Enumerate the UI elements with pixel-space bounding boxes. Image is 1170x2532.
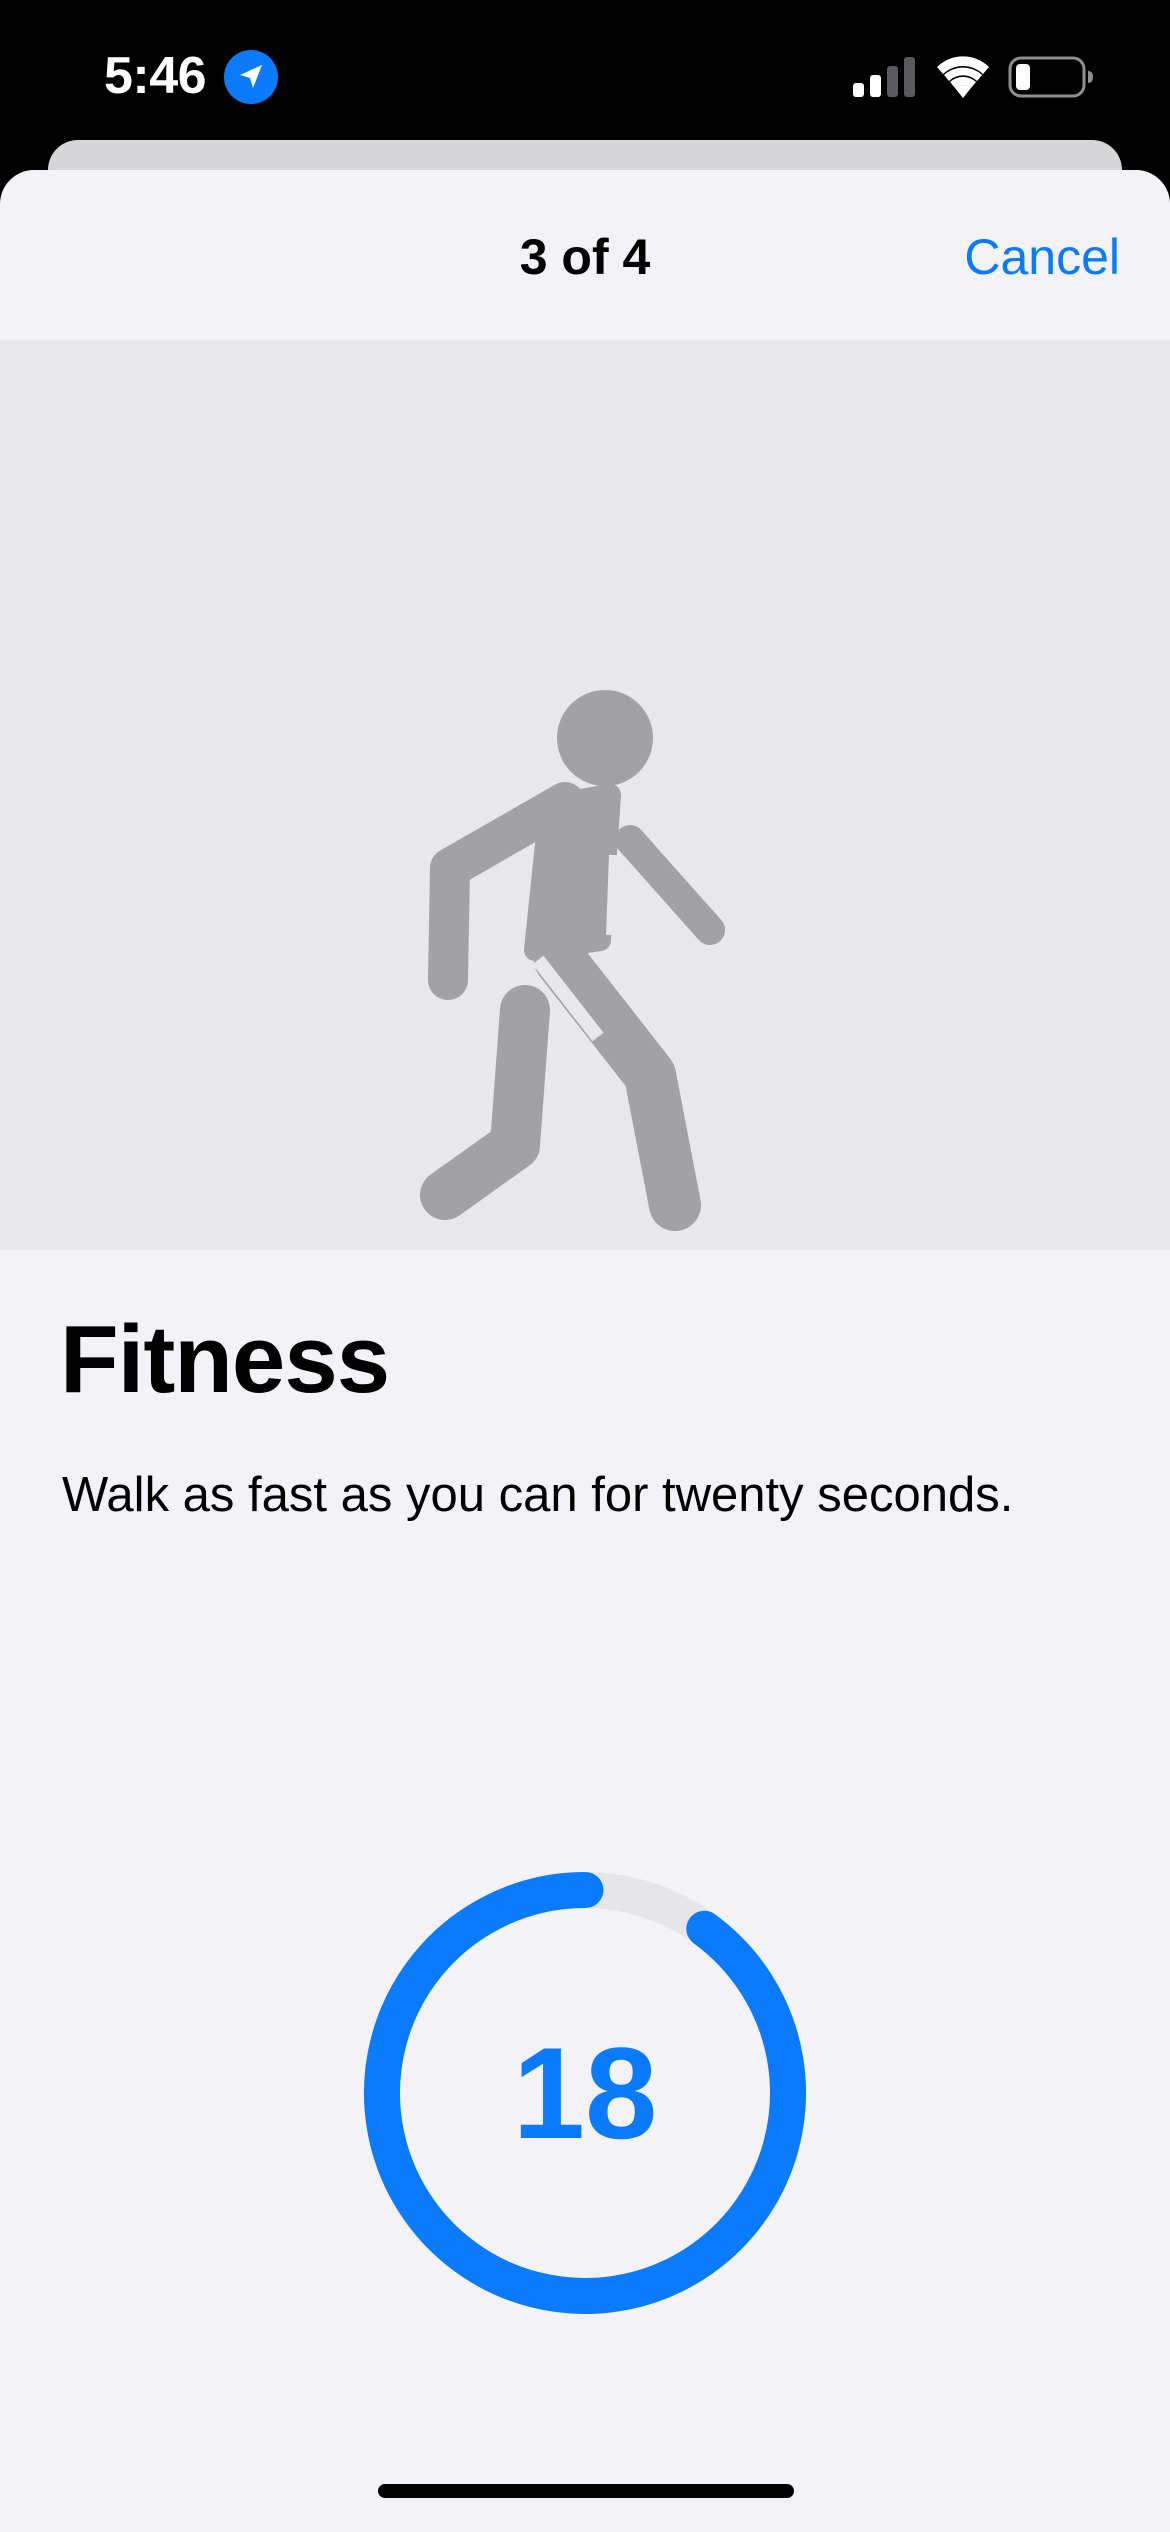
home-indicator [378, 2484, 794, 2498]
status-time: 5:46 [104, 47, 207, 105]
hero-illustration [0, 340, 1170, 1250]
instruction-text: Walk as fast as you can for twenty secon… [62, 1468, 1014, 1522]
wifi-icon [937, 56, 989, 98]
cancel-button[interactable]: Cancel [964, 222, 1120, 292]
status-bar: 5:46 [0, 0, 1170, 150]
figure-walk-icon [420, 690, 725, 1231]
nav-bar: 3 of 4 Cancel [0, 170, 1170, 340]
cellular-signal-icon [853, 57, 915, 97]
activity-sheet: 3 of 4 Cancel Fitness Walk as fast as yo… [0, 170, 1170, 2532]
page-title: Fitness [60, 1306, 390, 1413]
location-arrow-icon [224, 50, 278, 104]
battery-icon [1008, 56, 1093, 98]
countdown-value: 18 [512, 2020, 658, 2166]
